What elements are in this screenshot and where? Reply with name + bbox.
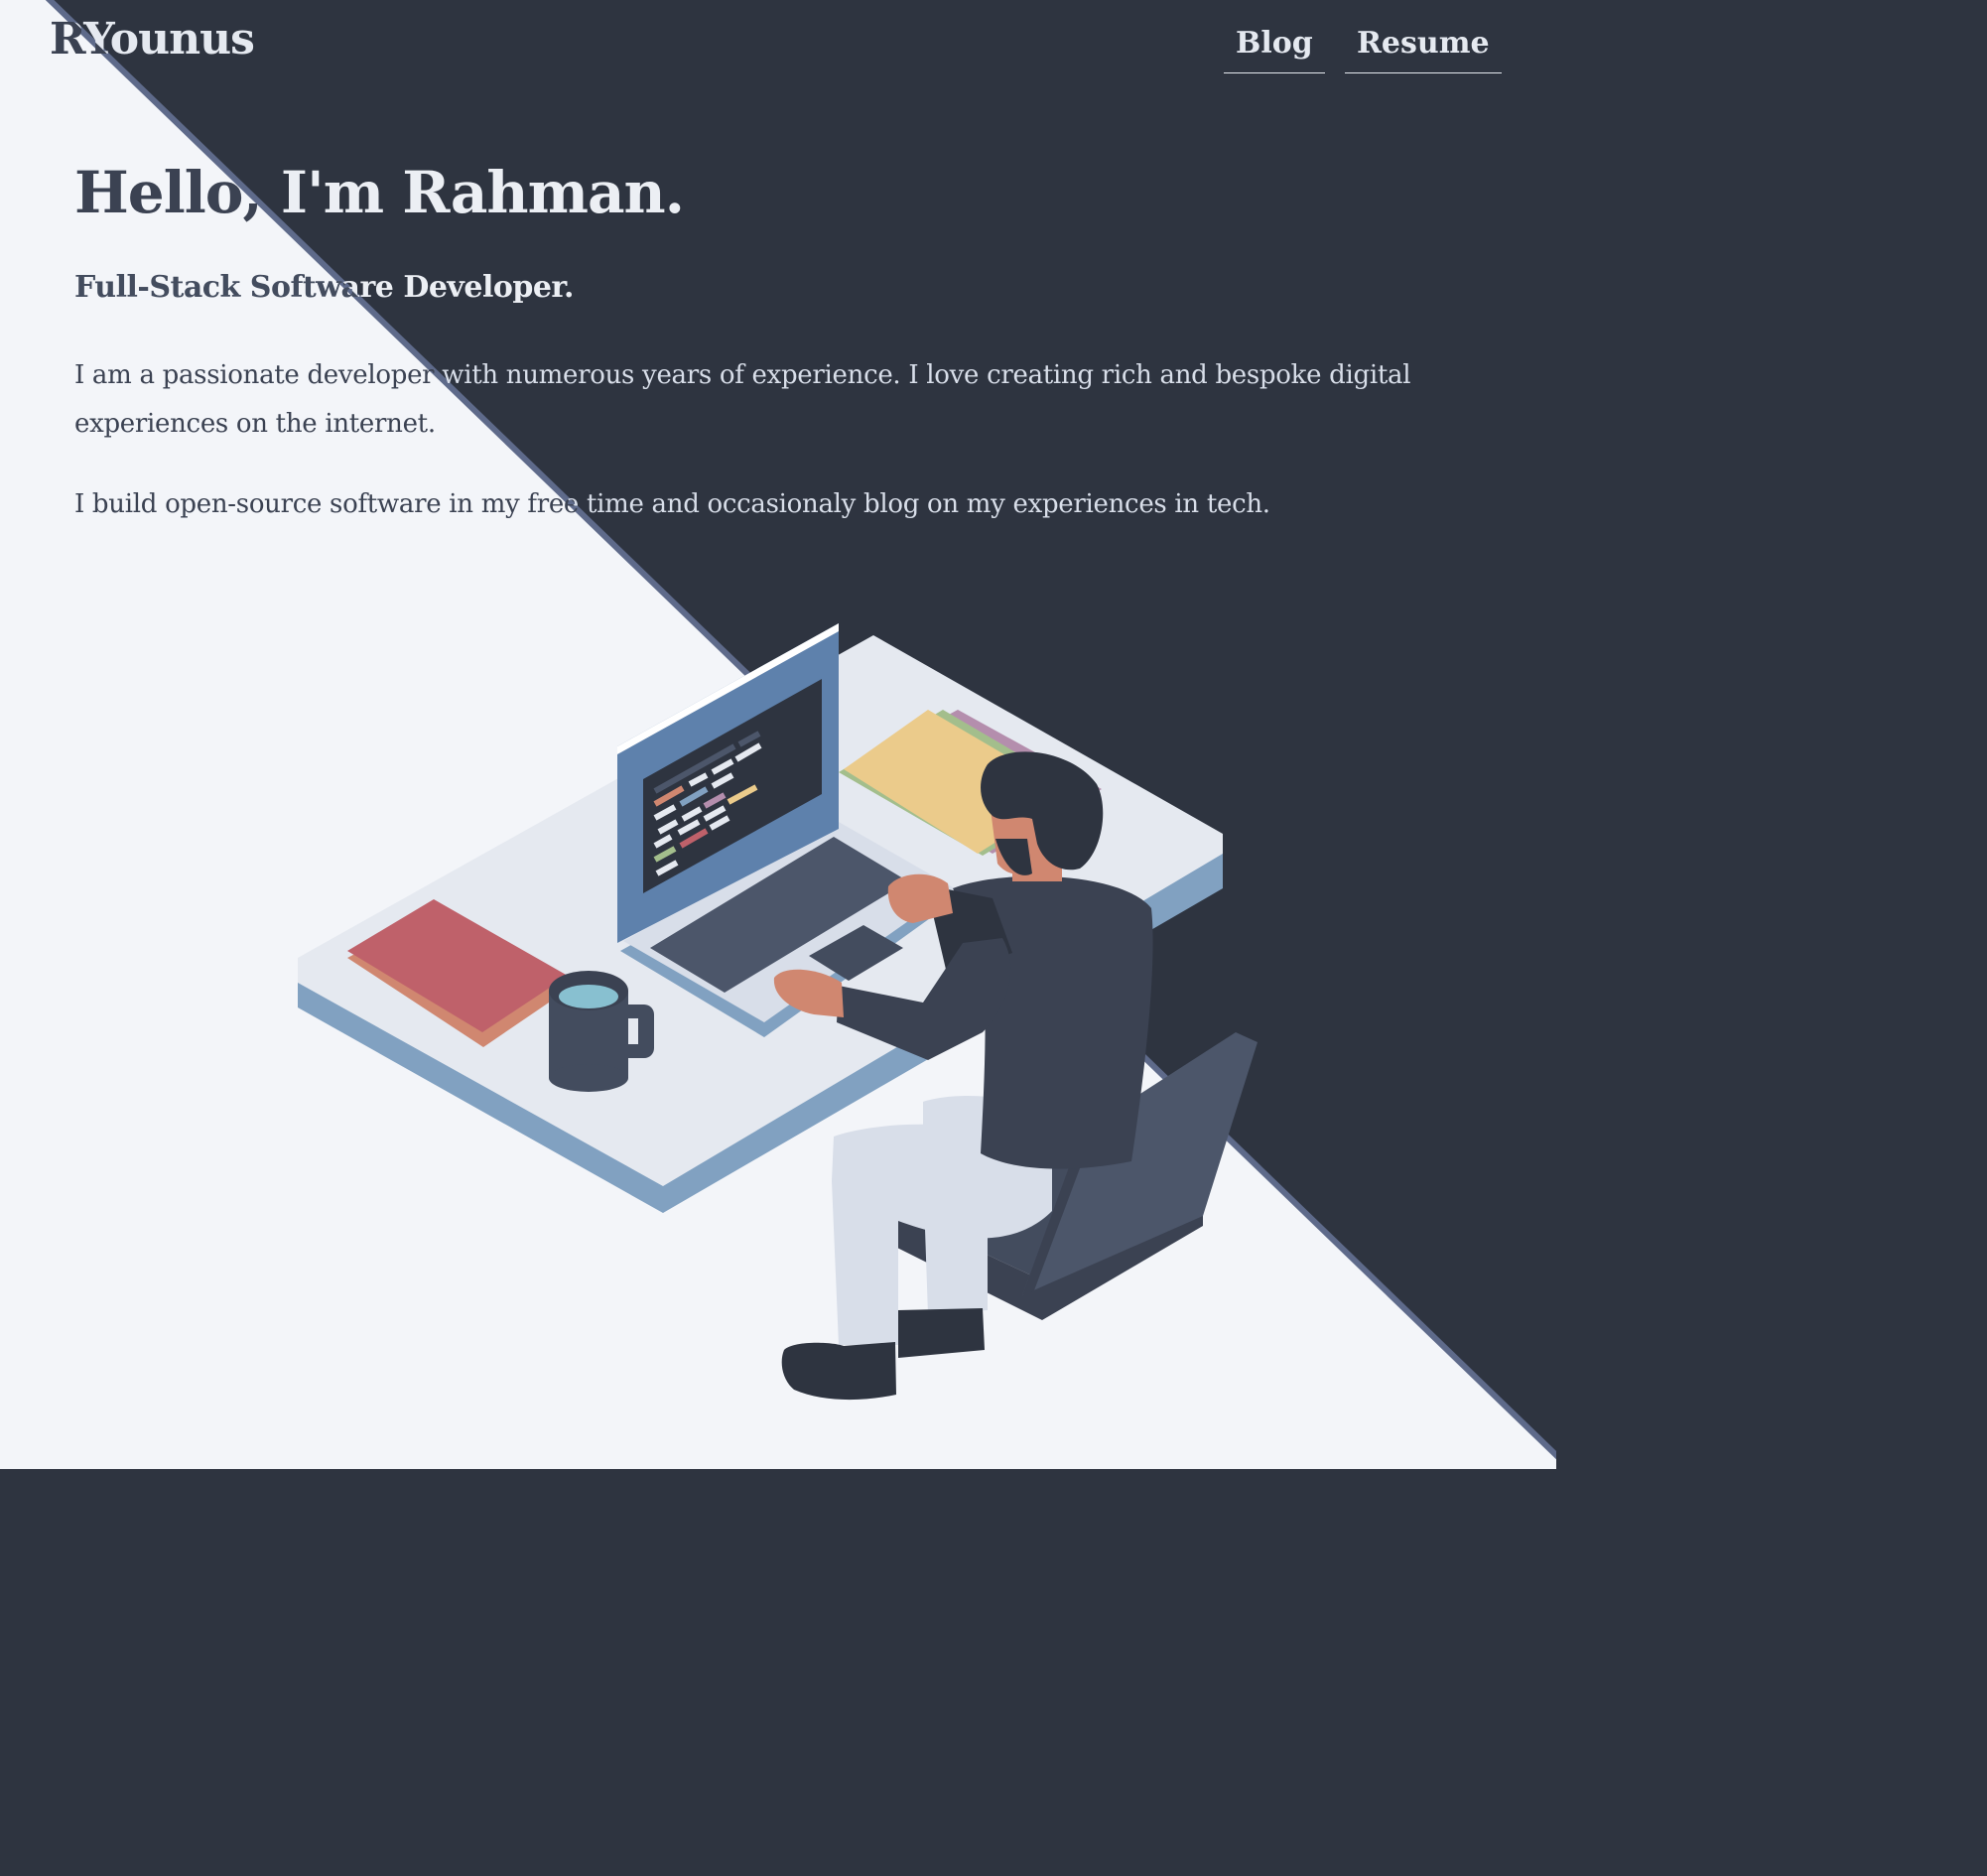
nav-blog-link[interactable]: Blog bbox=[1224, 26, 1325, 73]
nav-resume-link[interactable]: Resume bbox=[1345, 26, 1502, 73]
